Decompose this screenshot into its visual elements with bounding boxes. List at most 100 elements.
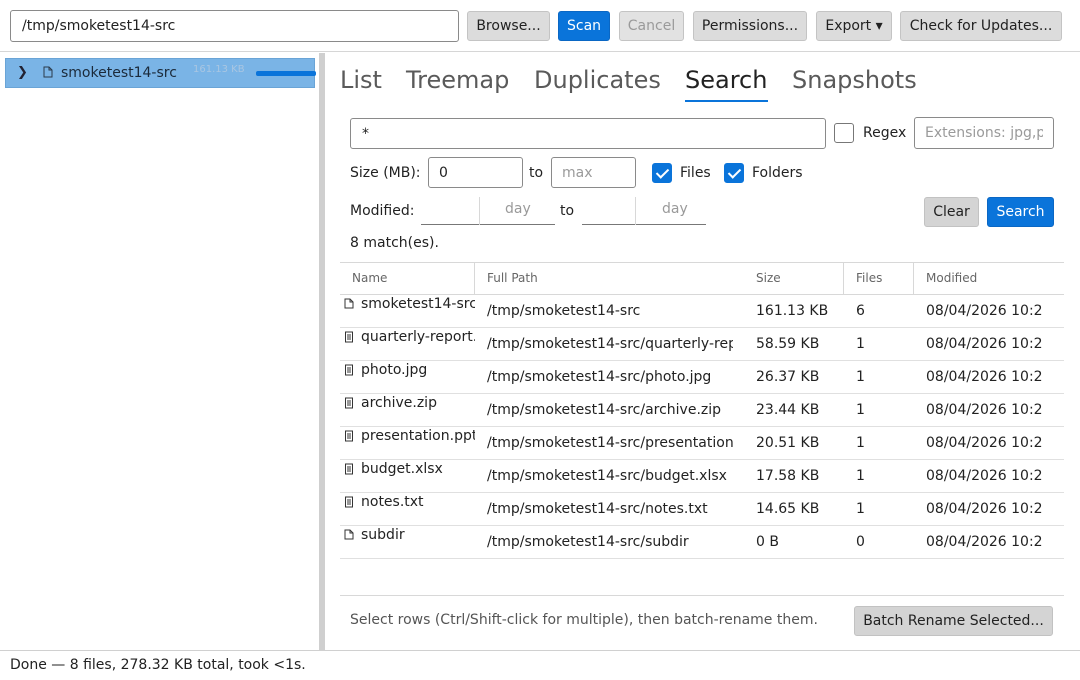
column-header-files[interactable]: Files <box>856 271 882 285</box>
day-placeholder: day <box>505 201 531 217</box>
modified-to-date[interactable]: day <box>582 197 706 225</box>
column-header-size[interactable]: Size <box>756 271 781 285</box>
cell-name: quarterly-report.pdf <box>361 329 475 345</box>
cell-path: /tmp/smoketest14-src/archive.zip <box>487 402 722 418</box>
tab-search[interactable]: Search <box>685 66 767 94</box>
cell-files: 1 <box>856 435 865 451</box>
cell-files: 1 <box>856 501 865 517</box>
table-row[interactable]: quarterly-report.pdf/tmp/smoketest14-src… <box>340 328 1064 361</box>
day-placeholder: day <box>662 201 688 217</box>
cell-path: /tmp/smoketest14-src/quarterly-report.pd… <box>487 336 733 352</box>
cell-modified: 08/04/2026 10:2 <box>926 336 1043 352</box>
tab-snapshots[interactable]: Snapshots <box>792 66 917 94</box>
regex-label: Regex <box>863 125 907 141</box>
cell-name: archive.zip <box>361 395 437 411</box>
tree-item-root[interactable]: ❯ smoketest14-src 161.13 KB <box>5 58 316 88</box>
cell-path: /tmp/smoketest14-src/subdir <box>487 534 689 550</box>
cell-modified: 08/04/2026 10:2 <box>926 369 1043 385</box>
browse-button[interactable]: Browse... <box>467 11 550 41</box>
table-row[interactable]: notes.txt/tmp/smoketest14-src/notes.txt 1… <box>340 493 1064 526</box>
file-icon <box>344 331 354 343</box>
column-header-name[interactable]: Name <box>352 271 387 285</box>
results-table: Name Full Path Size Files Modified smoke… <box>340 262 1064 559</box>
regex-checkbox[interactable] <box>834 123 854 143</box>
cell-size: 26.37 KB <box>756 369 820 385</box>
file-icon <box>344 364 354 376</box>
cell-name: subdir <box>361 527 405 543</box>
cell-size: 161.13 KB <box>756 303 829 319</box>
file-icon <box>344 430 354 442</box>
table-body: smoketest14-src/tmp/smoketest14-src 161.1… <box>340 295 1064 559</box>
files-checkbox[interactable] <box>652 163 672 183</box>
search-query-input[interactable] <box>350 118 826 149</box>
export-button[interactable]: Export ▾ <box>816 11 892 41</box>
cell-size: 20.51 KB <box>756 435 820 451</box>
chevron-right-icon[interactable]: ❯ <box>17 65 28 80</box>
main-panel: List Treemap Duplicates Search Snapshots… <box>325 53 1080 650</box>
table-row[interactable]: presentation.pptx/tmp/smoketest14-src/pr… <box>340 427 1064 460</box>
cell-files: 1 <box>856 468 865 484</box>
modified-label: Modified: <box>350 203 415 219</box>
cancel-button[interactable]: Cancel <box>619 11 684 41</box>
cell-files: 1 <box>856 336 865 352</box>
size-max-input[interactable] <box>551 157 636 188</box>
table-row[interactable]: smoketest14-src/tmp/smoketest14-src 161.1… <box>340 295 1064 328</box>
table-row[interactable]: budget.xlsx/tmp/smoketest14-src/budget.x… <box>340 460 1064 493</box>
folder-icon <box>344 298 354 310</box>
cell-path: /tmp/smoketest14-src/notes.txt <box>487 501 708 517</box>
folders-checkbox[interactable] <box>724 163 744 183</box>
cell-size: 14.65 KB <box>756 501 820 517</box>
active-tab-indicator <box>685 100 768 102</box>
cell-size: 23.44 KB <box>756 402 820 418</box>
cell-modified: 08/04/2026 10:2 <box>926 501 1043 517</box>
column-header-path[interactable]: Full Path <box>487 271 538 285</box>
table-row[interactable]: subdir/tmp/smoketest14-src/subdir 0 B 0 08/… <box>340 526 1064 559</box>
cell-name: presentation.pptx <box>361 428 475 444</box>
table-header: Name Full Path Size Files Modified <box>340 262 1064 295</box>
scan-button[interactable]: Scan <box>558 11 610 41</box>
extensions-input[interactable] <box>914 117 1054 149</box>
cell-path: /tmp/smoketest14-src/photo.jpg <box>487 369 712 385</box>
column-header-modified[interactable]: Modified <box>926 271 977 285</box>
cell-name: notes.txt <box>361 494 424 510</box>
folders-label: Folders <box>752 165 803 181</box>
modified-from-date[interactable]: day <box>421 197 555 225</box>
table-row[interactable]: archive.zip/tmp/smoketest14-src/archive.… <box>340 394 1064 427</box>
tab-list[interactable]: List <box>340 66 382 94</box>
cell-name: budget.xlsx <box>361 461 443 477</box>
cell-size: 0 B <box>756 534 779 550</box>
cell-modified: 08/04/2026 10:2 <box>926 402 1043 418</box>
size-min-input[interactable] <box>428 157 523 188</box>
search-button[interactable]: Search <box>987 197 1054 227</box>
cell-modified: 08/04/2026 10:2 <box>926 303 1043 319</box>
cell-size: 58.59 KB <box>756 336 820 352</box>
size-share-bar <box>256 71 316 76</box>
cell-name: photo.jpg <box>361 362 428 378</box>
folder-tree: ❯ smoketest14-src 161.13 KB <box>0 53 319 650</box>
folder-icon <box>344 529 354 541</box>
cell-files: 1 <box>856 369 865 385</box>
path-input[interactable] <box>10 10 459 42</box>
permissions-button[interactable]: Permissions... <box>693 11 807 41</box>
file-icon <box>344 496 354 508</box>
cell-size: 17.58 KB <box>756 468 820 484</box>
tab-duplicates[interactable]: Duplicates <box>534 66 661 94</box>
cell-files: 6 <box>856 303 865 319</box>
cell-files: 0 <box>856 534 865 550</box>
toolbar: Browse... Scan Cancel Permissions... Exp… <box>0 0 1080 52</box>
status-bar: Done — 8 files, 278.32 KB total, took <1… <box>0 650 1080 680</box>
clear-button[interactable]: Clear <box>924 197 979 227</box>
cell-path: /tmp/smoketest14-src/presentation.pptx <box>487 435 733 451</box>
status-text: Done — 8 files, 278.32 KB total, took <1… <box>10 657 306 673</box>
check-updates-button[interactable]: Check for Updates... <box>900 11 1062 41</box>
cell-files: 1 <box>856 402 865 418</box>
cell-path: /tmp/smoketest14-src/budget.xlsx <box>487 468 727 484</box>
table-row[interactable]: photo.jpg/tmp/smoketest14-src/photo.jpg 2… <box>340 361 1064 394</box>
batch-rename-button[interactable]: Batch Rename Selected... <box>854 606 1053 636</box>
files-label: Files <box>680 165 711 181</box>
tree-item-size: 161.13 KB <box>193 64 245 75</box>
folder-icon <box>43 66 53 78</box>
cell-modified: 08/04/2026 10:2 <box>926 534 1043 550</box>
tab-treemap[interactable]: Treemap <box>406 66 509 94</box>
modified-to-label: to <box>560 203 575 219</box>
